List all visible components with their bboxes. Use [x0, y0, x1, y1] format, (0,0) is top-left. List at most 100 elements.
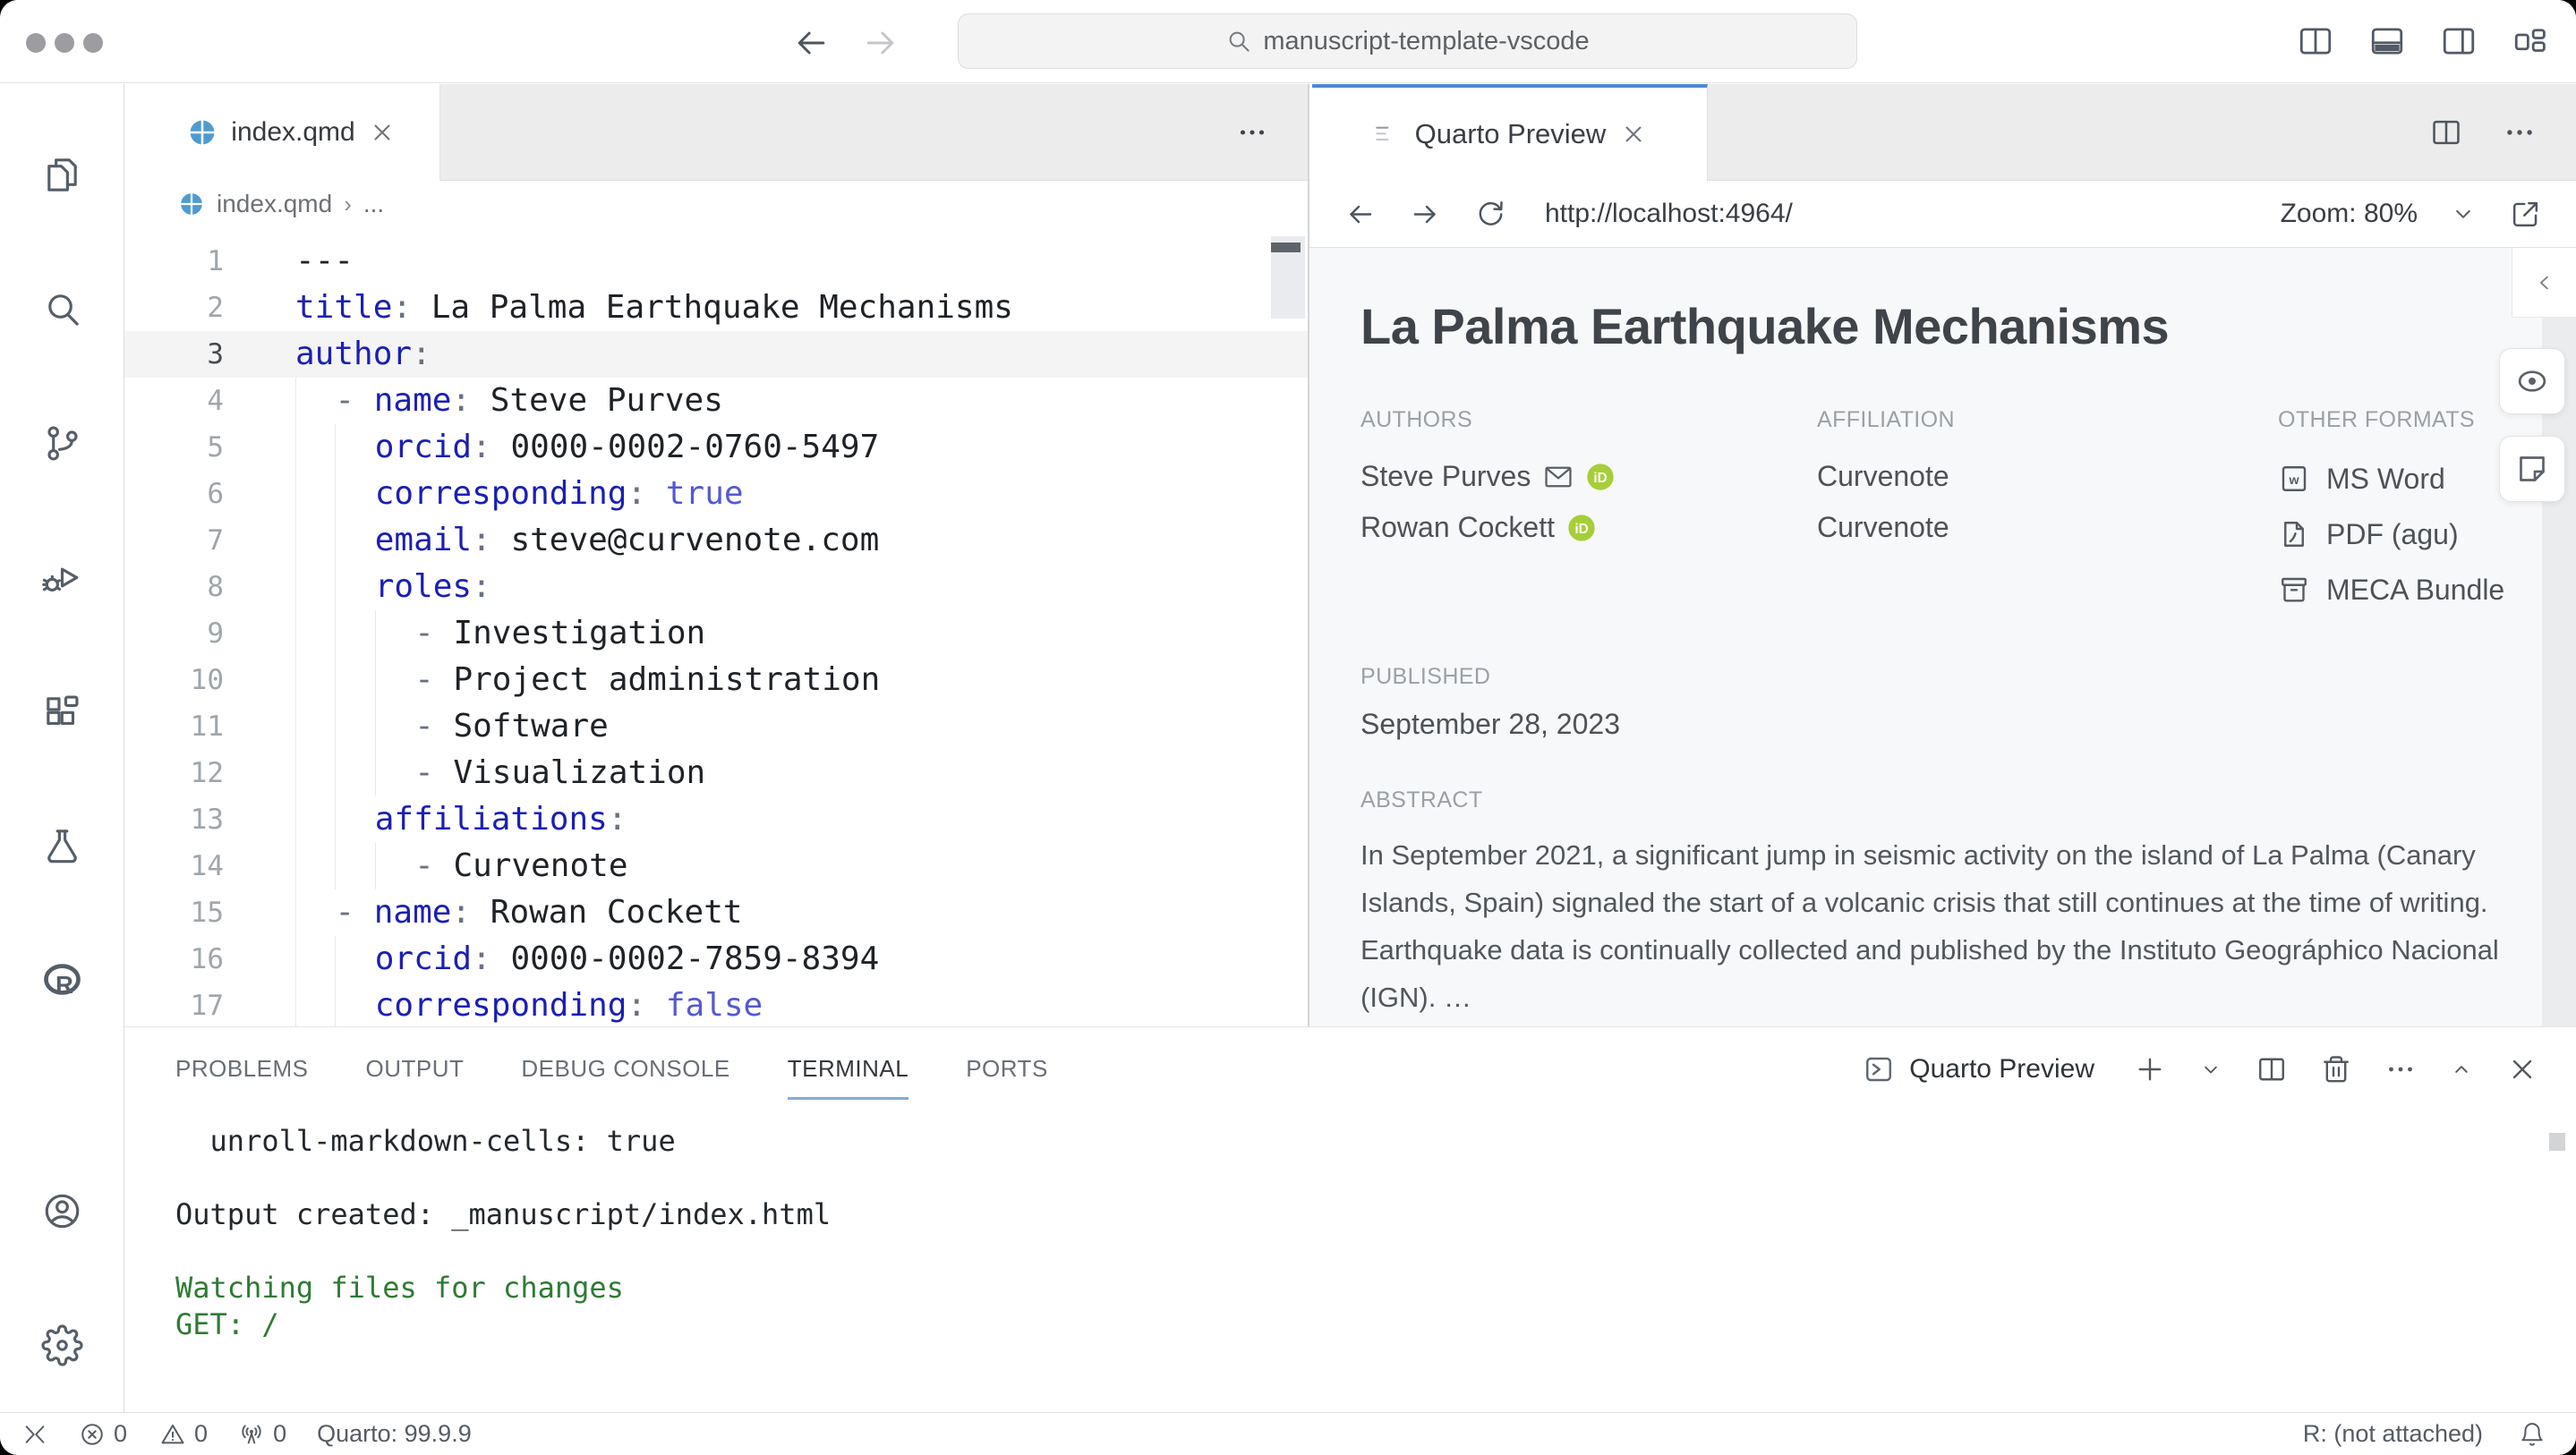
customize-layout-icon[interactable]	[2512, 22, 2549, 60]
preview-back-icon[interactable]	[1343, 198, 1377, 231]
history-back-button[interactable]	[791, 23, 831, 63]
more-actions-icon[interactable]	[2503, 115, 2537, 149]
history-forward-button[interactable]	[861, 23, 900, 63]
editor-scrollbar[interactable]	[1271, 236, 1305, 319]
code-line[interactable]: 16 orcid: 0000-0002-7859-8394	[124, 936, 1308, 983]
toggle-primary-sidebar-icon[interactable]	[2297, 22, 2334, 60]
code-line[interactable]: 15 - name: Rowan Cockett	[124, 889, 1308, 936]
search-icon	[1225, 28, 1252, 55]
close-window-button[interactable]	[26, 33, 46, 53]
format-pdf[interactable]: PDF (agu)	[2278, 506, 2576, 562]
code-line[interactable]: 1---	[124, 238, 1308, 285]
toggle-panel-icon[interactable]	[2368, 22, 2406, 60]
visual-mode-button[interactable]	[2499, 348, 2565, 414]
email-icon[interactable]	[1543, 462, 1574, 492]
code-line[interactable]: 10 - Project administration	[124, 657, 1308, 703]
close-preview-tab-icon[interactable]	[1620, 121, 1647, 148]
terminal-line: Output created: _manuscript/index.html	[175, 1196, 2576, 1233]
code-token: affiliations	[375, 801, 608, 838]
quarto-version[interactable]: Quarto: 99.9.9	[317, 1420, 472, 1448]
zoom-level[interactable]: Zoom: 80%	[2281, 199, 2418, 229]
code-line[interactable]: 8 roles:	[124, 564, 1308, 610]
ports-indicator[interactable]: 0	[238, 1420, 286, 1448]
search-sidebar-icon[interactable]	[0, 242, 124, 376]
code-editor[interactable]: 1---2title: La Palma Earthquake Mechanis…	[124, 227, 1308, 1026]
code-line[interactable]: 6 corresponding: true	[124, 471, 1308, 517]
r-session-status[interactable]: R: (not attached)	[2303, 1420, 2483, 1448]
terminal-dropdown-chevron-icon[interactable]	[2198, 1057, 2223, 1082]
command-center-search[interactable]: manuscript-template-vscode	[958, 13, 1857, 69]
tab-index-qmd[interactable]: index.qmd	[143, 84, 440, 181]
explorer-icon[interactable]	[0, 107, 124, 242]
indent-guide	[375, 750, 414, 796]
code-line[interactable]: 13 affiliations:	[124, 796, 1308, 843]
problems-indicator[interactable]: 0 0	[79, 1420, 208, 1448]
code-line[interactable]: 12 - Visualization	[124, 750, 1308, 796]
code-line[interactable]: 14 - Curvenote	[124, 843, 1308, 889]
format-meca[interactable]: MECA Bundle	[2278, 562, 2576, 617]
activity-bar: R	[0, 84, 124, 1412]
terminal-line: Watching files for changes	[175, 1270, 2576, 1306]
chevron-down-icon[interactable]	[2450, 200, 2477, 227]
code-token: true	[666, 475, 744, 512]
close-panel-icon[interactable]	[2506, 1053, 2538, 1085]
breadcrumb[interactable]: index.qmd › ...	[124, 181, 1308, 227]
notifications-bell[interactable]	[2519, 1421, 2546, 1448]
panel-tab-debug-console[interactable]: DEBUG CONSOLE	[521, 1027, 729, 1110]
indent-guide	[295, 564, 335, 610]
close-tab-icon[interactable]	[369, 119, 396, 146]
orcid-icon[interactable]: iD	[1567, 514, 1596, 542]
new-terminal-icon[interactable]	[2134, 1053, 2166, 1085]
split-terminal-icon[interactable]	[2256, 1053, 2288, 1085]
open-external-icon[interactable]	[2509, 198, 2542, 231]
testing-icon[interactable]	[0, 779, 124, 913]
code-line[interactable]: 11 - Software	[124, 703, 1308, 750]
remote-indicator[interactable]	[21, 1421, 48, 1448]
zoom-window-button[interactable]	[83, 33, 103, 53]
collapse-panel-chevron[interactable]	[2512, 248, 2576, 318]
indent-guide	[335, 703, 374, 750]
maximize-panel-chevron-icon[interactable]	[2449, 1057, 2474, 1082]
panel-tab-output[interactable]: OUTPUT	[366, 1027, 465, 1110]
settings-gear-icon[interactable]	[0, 1278, 124, 1412]
code-line[interactable]: 2title: La Palma Earthquake Mechanisms	[124, 285, 1308, 331]
tab-quarto-preview[interactable]: Quarto Preview	[1312, 84, 1708, 181]
panel-tab-ports[interactable]: PORTS	[966, 1027, 1048, 1110]
code-line[interactable]: 4 - name: Steve Purves	[124, 378, 1308, 424]
code-line[interactable]: 7 email: steve@curvenote.com	[124, 517, 1308, 564]
extensions-icon[interactable]	[0, 644, 124, 779]
preview-url[interactable]: http://localhost:4964/	[1545, 199, 1793, 229]
broadcast-icon	[238, 1421, 265, 1448]
code-line[interactable]: 9 - Investigation	[124, 610, 1308, 657]
preview-scrollbar[interactable]	[2542, 318, 2576, 1026]
breadcrumb-more[interactable]: ...	[363, 190, 384, 218]
code-text: affiliations:	[251, 796, 627, 843]
preview-forward-icon[interactable]	[1409, 198, 1442, 231]
editor-scrollbar-thumb[interactable]	[1271, 242, 1301, 252]
panel-tab-terminal[interactable]: TERMINAL	[788, 1027, 908, 1110]
panel-tab-problems[interactable]: PROBLEMS	[175, 1027, 309, 1110]
toggle-secondary-sidebar-icon[interactable]	[2440, 22, 2478, 60]
editor-more-actions-icon[interactable]	[1236, 116, 1268, 149]
code-text: title: La Palma Earthquake Mechanisms	[251, 285, 1013, 331]
source-control-icon[interactable]	[0, 376, 124, 510]
annotate-button[interactable]	[2499, 436, 2565, 502]
editor-group: index.qmd index.qmd	[124, 84, 1308, 1026]
account-icon[interactable]	[0, 1144, 124, 1278]
kill-terminal-trash-icon[interactable]	[2320, 1053, 2352, 1085]
terminal-scrollbar[interactable]	[2549, 1133, 2565, 1151]
minimize-window-button[interactable]	[55, 33, 74, 53]
terminal-selector[interactable]: Quarto Preview	[1863, 1053, 2094, 1085]
code-line[interactable]: 3author:	[124, 331, 1308, 378]
panel-more-actions-icon[interactable]	[2384, 1053, 2417, 1085]
refresh-icon[interactable]	[1474, 198, 1507, 231]
code-line[interactable]: 5 orcid: 0000-0002-0760-5497	[124, 424, 1308, 471]
indent-guide	[295, 517, 335, 564]
terminal-output[interactable]: unroll-markdown-cells: true Output creat…	[124, 1110, 2576, 1412]
code-line[interactable]: 17 corresponding: false	[124, 983, 1308, 1026]
split-editor-icon[interactable]	[2429, 115, 2463, 149]
run-and-debug-icon[interactable]	[0, 510, 124, 644]
orcid-icon[interactable]: iD	[1586, 463, 1615, 491]
r-language-icon[interactable]: R	[0, 913, 124, 1047]
breadcrumb-file[interactable]: index.qmd	[217, 190, 332, 218]
